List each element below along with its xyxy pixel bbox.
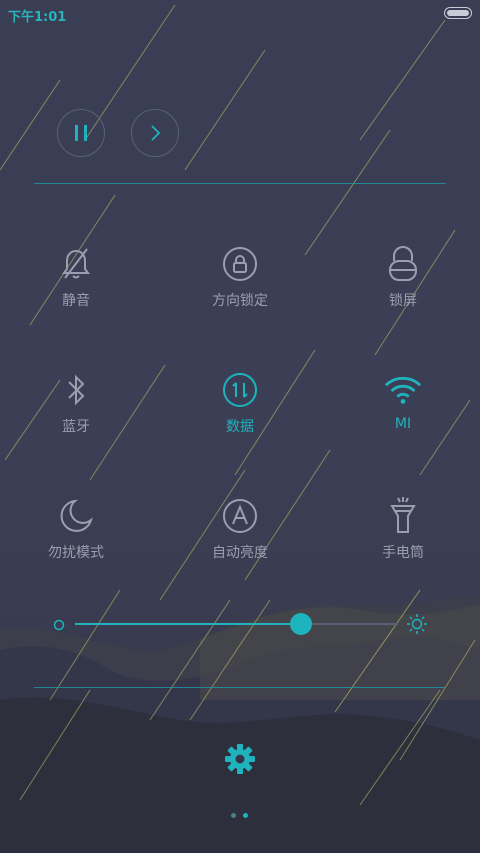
toggle-label: 勿扰模式 xyxy=(48,545,104,561)
toggle-label: 自动亮度 xyxy=(212,545,268,561)
page-dot-1 xyxy=(231,813,236,818)
flashlight-icon xyxy=(390,497,416,533)
toggle-label: 手电筒 xyxy=(382,545,424,561)
toggle-label: MI xyxy=(394,416,412,432)
mobile-data-icon xyxy=(223,373,257,407)
moon-icon xyxy=(60,499,93,532)
toggle-do-not-disturb[interactable]: 勿扰模式 xyxy=(0,496,156,576)
brightness-track-fill[interactable] xyxy=(75,623,302,625)
bluetooth-icon xyxy=(68,374,85,406)
toggle-orientation-lock[interactable]: 方向锁定 xyxy=(160,244,320,324)
brightness-low-icon xyxy=(53,619,65,631)
page-dot-2 xyxy=(243,813,248,818)
rotation-lock-icon xyxy=(223,247,257,281)
toggle-label: 蓝牙 xyxy=(62,419,90,435)
gear-icon[interactable] xyxy=(224,743,256,775)
quick-settings-panel: 下午1:01 静音 方向锁定 锁屏 蓝牙 数据 MI 勿扰模式 自动亮度 手电筒 xyxy=(0,0,480,853)
toggle-wifi[interactable]: MI xyxy=(323,370,480,450)
auto-brightness-icon xyxy=(223,499,257,533)
status-time: 下午1:01 xyxy=(8,10,67,25)
brightness-slider-thumb[interactable] xyxy=(290,613,313,635)
next-button[interactable] xyxy=(131,109,179,157)
chevron-right-icon xyxy=(151,125,161,141)
bell-slash-icon xyxy=(62,248,90,279)
brightness-track[interactable] xyxy=(301,623,398,625)
toggle-lock-screen[interactable]: 锁屏 xyxy=(323,244,480,324)
divider-top xyxy=(34,183,446,184)
toggle-label: 静音 xyxy=(62,293,90,309)
toggle-mute[interactable]: 静音 xyxy=(0,244,156,324)
pause-button[interactable] xyxy=(57,109,105,157)
lock-icon xyxy=(389,246,417,281)
toggle-label: 方向锁定 xyxy=(212,293,268,309)
toggle-auto-brightness[interactable]: 自动亮度 xyxy=(160,496,320,576)
divider-bottom xyxy=(34,687,446,688)
pause-icon xyxy=(75,125,87,141)
toggle-bluetooth[interactable]: 蓝牙 xyxy=(0,370,156,450)
toggle-label: 数据 xyxy=(226,419,254,435)
wifi-icon xyxy=(384,376,422,404)
toggle-flashlight[interactable]: 手电筒 xyxy=(323,496,480,576)
battery-icon xyxy=(444,7,472,19)
toggle-label: 锁屏 xyxy=(389,293,417,309)
brightness-high-icon xyxy=(407,614,427,634)
toggle-data[interactable]: 数据 xyxy=(160,370,320,450)
